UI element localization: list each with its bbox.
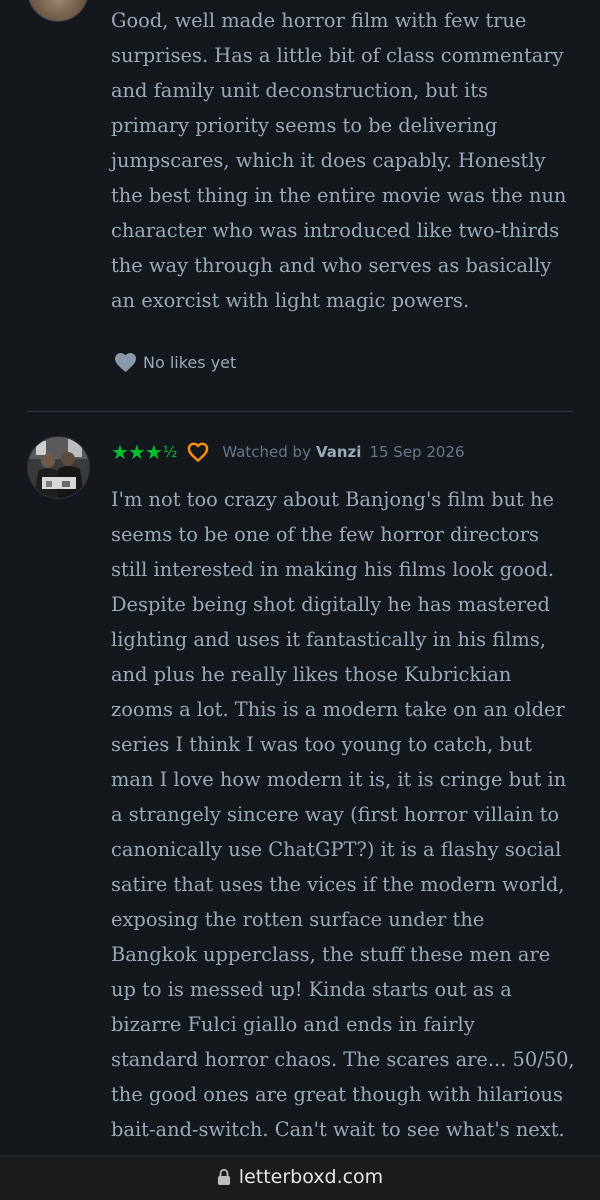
review-line: canonically use ChatGPT?) it is a flashy… bbox=[111, 838, 562, 861]
review-line: seems to be one of the few horror direct… bbox=[111, 523, 539, 546]
letterboxd-review-page: Good, well made horror film with few tru… bbox=[0, 0, 600, 1200]
review-text: Good, well made horror film with few tru… bbox=[111, 3, 581, 318]
rating-half-star: ½ bbox=[162, 443, 178, 461]
review-line: primary priority seems to be delivering bbox=[111, 114, 498, 137]
review-line: jumpscares, which it does capably. Hones… bbox=[111, 149, 546, 172]
watched-by-label: Watched by bbox=[222, 443, 311, 461]
review-line: still interested in making his films loo… bbox=[111, 558, 555, 581]
review-line: bizarre Fulci giallo and ends in fairly bbox=[111, 1013, 475, 1036]
reviewer-username-link[interactable]: Vanzi bbox=[316, 443, 361, 461]
rating-stars: ★★★ bbox=[111, 440, 163, 464]
review-line: up to is messed up! Kinda starts out as … bbox=[111, 978, 512, 1001]
review-line: a strangely sincere way (first horror vi… bbox=[111, 803, 560, 826]
browser-address-bar[interactable]: letterboxd.com bbox=[0, 1155, 600, 1200]
review-line: and family unit deconstruction, but its bbox=[111, 79, 488, 102]
review-line: lighting and uses it fantastically in hi… bbox=[111, 628, 546, 651]
likes-count-label: No likes yet bbox=[143, 352, 237, 372]
review-line: and plus he really likes those Kubrickia… bbox=[111, 663, 512, 686]
review-line: character who was introduced like two-th… bbox=[111, 219, 560, 242]
review-line: bait-and-switch. Can't wait to see what'… bbox=[111, 1118, 565, 1141]
lock-icon bbox=[217, 1168, 230, 1185]
review-line: the best thing in the entire movie was t… bbox=[111, 184, 567, 207]
review-line: the good ones are great though with hila… bbox=[111, 1083, 563, 1106]
review-line: the way through and who serves as basica… bbox=[111, 254, 552, 277]
review-line: satire that uses the vices if the modern… bbox=[111, 873, 565, 896]
review-line: exposing the rotten surface under the bbox=[111, 908, 485, 931]
review-line: standard horror chaos. The scares are...… bbox=[111, 1048, 575, 1071]
reviewer-avatar[interactable] bbox=[27, 0, 89, 22]
review-line: an exorcist with light magic powers. bbox=[111, 289, 470, 312]
review-date[interactable]: 15 Sep 2026 bbox=[369, 443, 464, 461]
review-text: I'm not too crazy about Banjong's film b… bbox=[111, 482, 581, 1147]
review-line: zooms a lot. This is a modern take on an… bbox=[111, 698, 565, 721]
review-line: series I think I was too young to catch,… bbox=[111, 733, 532, 756]
avatar-photo bbox=[28, 437, 89, 498]
like-review-button[interactable]: No likes yet bbox=[114, 350, 236, 374]
review-divider bbox=[27, 411, 573, 412]
review-line: I'm not too crazy about Banjong's film b… bbox=[111, 488, 554, 511]
liked-heart-icon bbox=[188, 442, 209, 462]
review-line: surprises. Has a little bit of class com… bbox=[111, 44, 564, 67]
address-display[interactable]: letterboxd.com bbox=[0, 1166, 600, 1188]
reviewer-avatar[interactable] bbox=[27, 436, 90, 499]
review-line: Despite being shot digitally he has mast… bbox=[111, 593, 550, 616]
review-line: Bangkok upperclass, the stuff these men … bbox=[111, 943, 551, 966]
review-line: Good, well made horror film with few tru… bbox=[111, 9, 527, 32]
review-meta: ★★★ ½ Watched by Vanzi 15 Sep 2026 bbox=[111, 440, 465, 464]
review-line: man I love how modern it is, it is cring… bbox=[111, 768, 567, 791]
url-text: letterboxd.com bbox=[238, 1166, 384, 1188]
heart-icon bbox=[115, 352, 136, 372]
